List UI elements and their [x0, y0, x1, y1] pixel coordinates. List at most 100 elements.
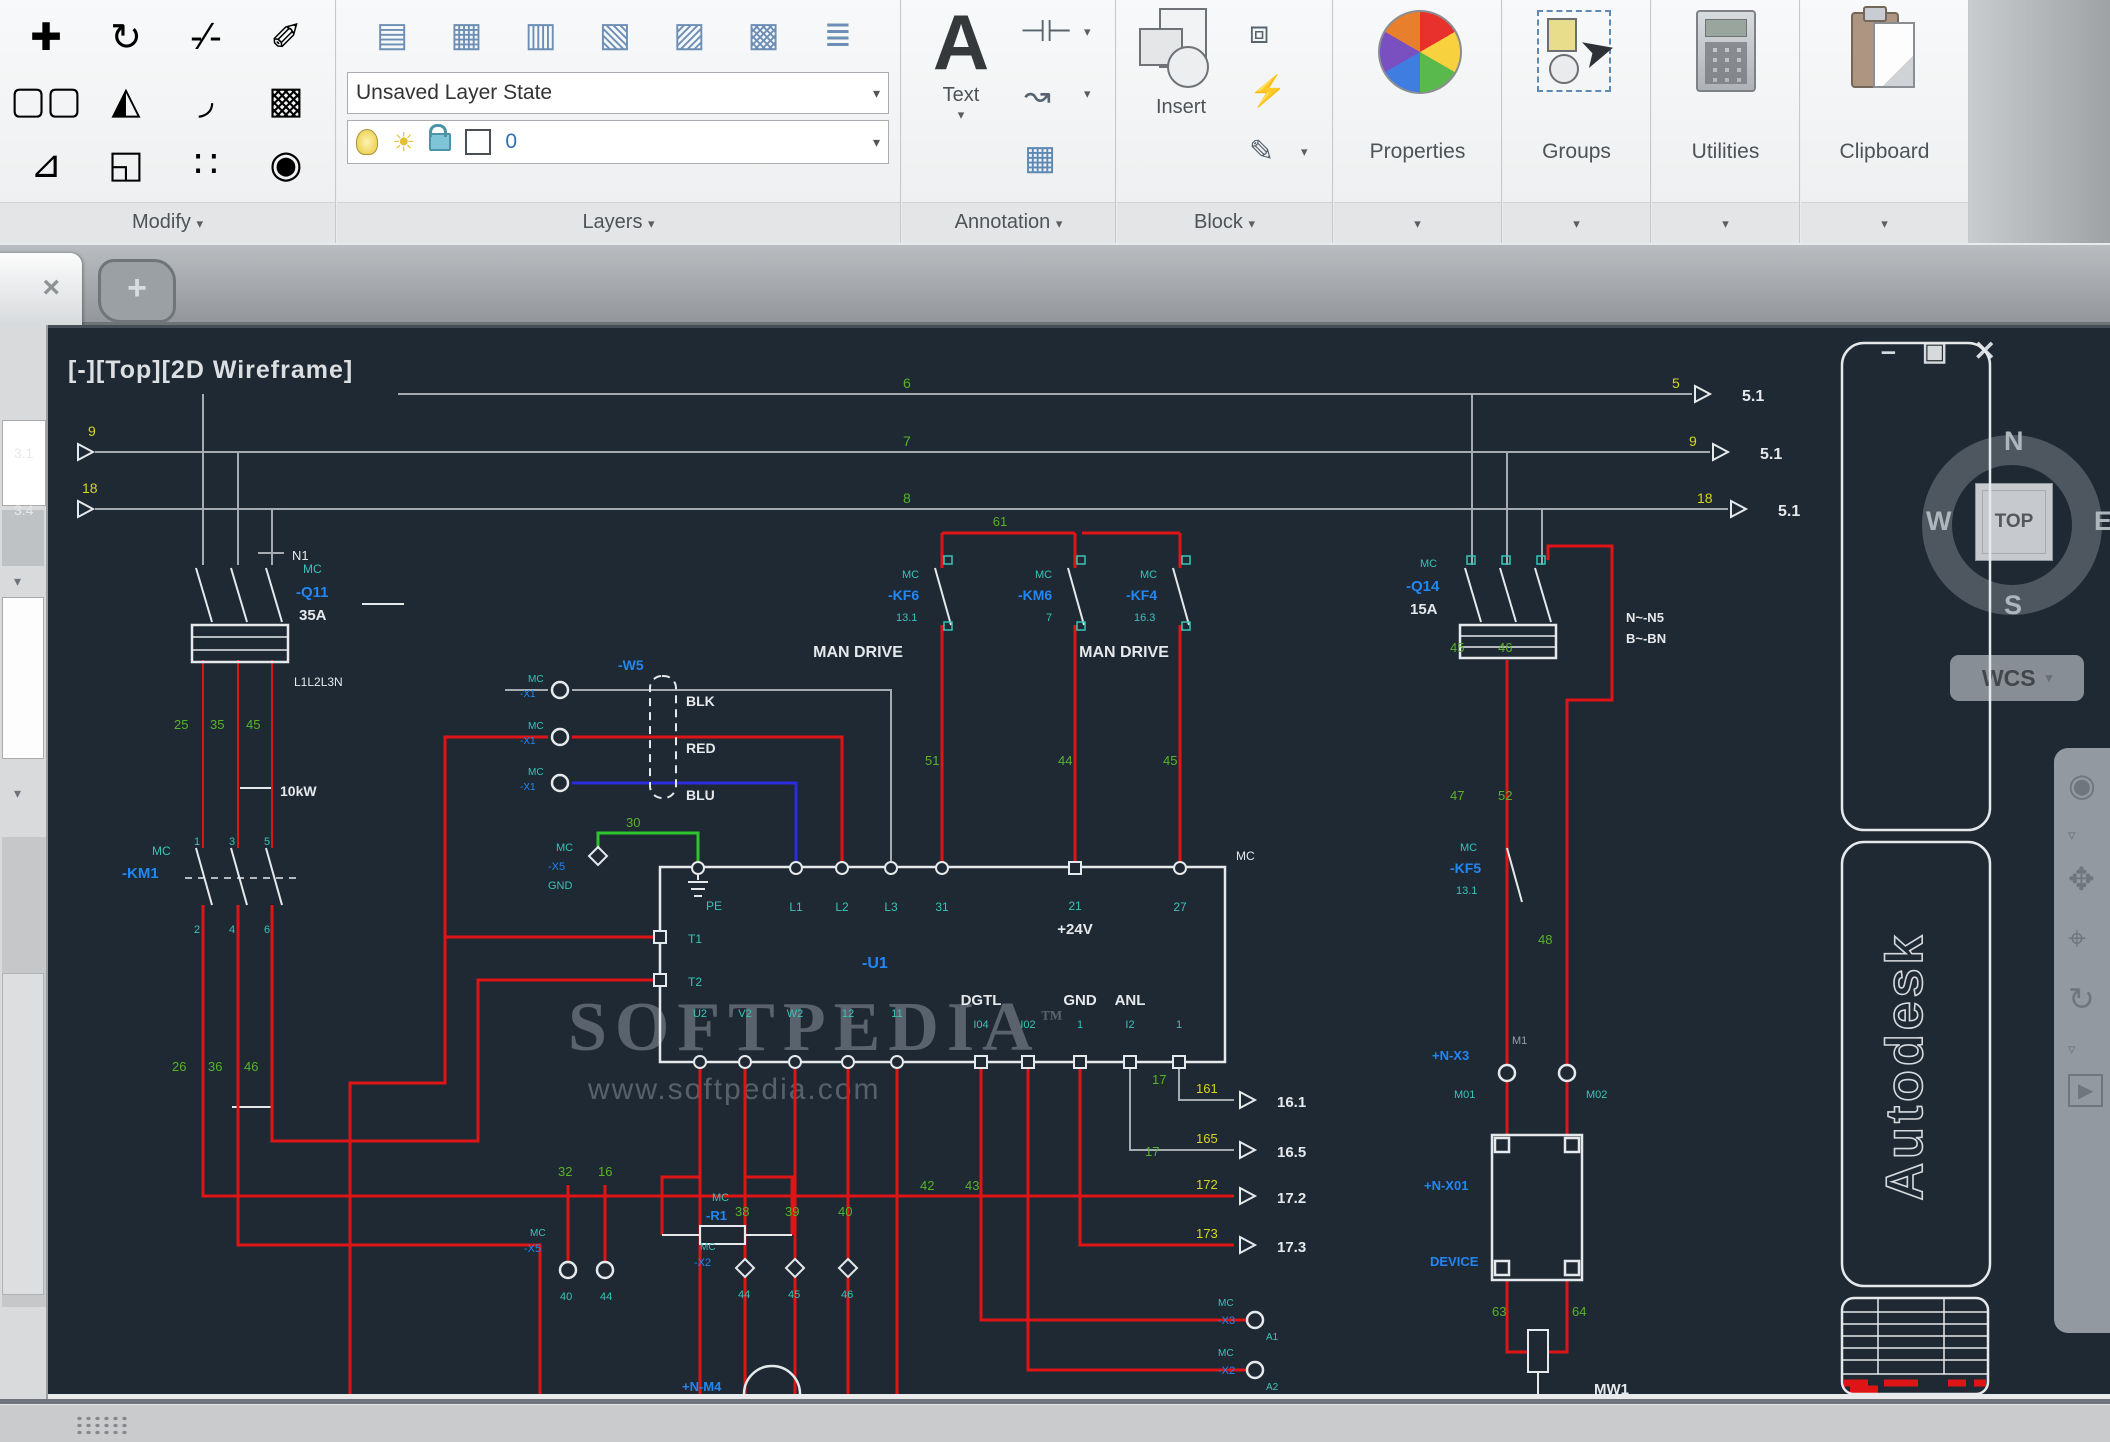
array-icon[interactable]: ∷ [194, 142, 218, 187]
layer-on-bulb-icon [356, 129, 378, 155]
zoom-icon[interactable]: ⌖ [2068, 920, 2086, 958]
viewport-window-buttons[interactable]: –▣✕ [1881, 336, 2022, 367]
ribbon-empty-area [1969, 0, 2110, 243]
panel-groups: ➤ Groups ▾ [1503, 0, 1651, 243]
panel-properties: Properties ▾ [1334, 0, 1502, 243]
groups-button[interactable]: ➤ [1537, 10, 1611, 92]
restore-icon: ▣ [1922, 336, 1974, 366]
steering-wheel-icon[interactable]: ◉ [2068, 766, 2096, 804]
dimension-dd[interactable]: ▾ [1084, 24, 1091, 40]
tool-palette-sliver[interactable]: ▾ ▾ [0, 325, 48, 1442]
properties-dd[interactable]: ▾ [1334, 202, 1501, 243]
panel-clipboard: Clipboard ▾ [1801, 0, 1969, 243]
panel-label-layers[interactable]: Layers ▾ [337, 202, 900, 243]
move-icon[interactable]: ✚ [30, 15, 62, 60]
tab-close-icon[interactable]: × [42, 271, 60, 305]
insert-block-button[interactable]: Insert [1133, 6, 1229, 119]
stretch-icon[interactable]: ⊿ [30, 142, 62, 187]
offset-icon[interactable]: ◉ [269, 142, 302, 187]
toolbar-grip-handle[interactable] [75, 1415, 131, 1435]
utilities-dd[interactable]: ▾ [1652, 202, 1799, 243]
copy-icon[interactable]: ▢▢ [10, 78, 82, 123]
insert-block-icon [1133, 6, 1219, 92]
viewport-controls-label[interactable]: [-][Top][2D Wireframe] [68, 356, 353, 385]
layers-icon-row: ▤ ▦ ▥ ▧ ▨ ▩ ≣ [355, 4, 875, 66]
panel-label-modify[interactable]: Modify ▾ [0, 202, 335, 243]
clipboard-dd[interactable]: ▾ [1801, 202, 1968, 243]
utilities-button[interactable] [1696, 10, 1756, 92]
minimize-icon: – [1881, 336, 1922, 366]
scale-icon[interactable]: ◱ [108, 142, 144, 187]
panel-label-annotation[interactable]: Annotation ▾ [902, 202, 1115, 243]
color-wheel-icon [1378, 10, 1462, 94]
close-icon: ✕ [1973, 336, 2022, 366]
text-big-a: A [924, 0, 998, 84]
create-block-button[interactable]: ⧈ [1249, 14, 1269, 52]
orbit-icon[interactable]: ↻ [2068, 980, 2095, 1018]
leader-dd[interactable]: ▾ [1084, 86, 1091, 102]
properties-button [1378, 10, 1462, 94]
utilities-label: Utilities [1652, 140, 1799, 164]
write-block-button[interactable]: ⚡ [1249, 74, 1286, 109]
block-editor-button[interactable]: ✎ [1249, 134, 1274, 169]
viewcube-top-face[interactable]: TOP [1975, 483, 2053, 561]
wcs-dropdown[interactable]: WCS▾ [1950, 655, 2084, 701]
model-space-canvas[interactable]: [-][Top][2D Wireframe] SOFTPEDIA™ www.so… [48, 325, 2110, 1397]
status-bar [0, 1404, 2110, 1442]
layer-off-icon[interactable]: ▥ [525, 15, 557, 55]
ribbon: ✚ ↻ -∕- ✐ ▢▢ ◭ ◞ ▩ ⊿ ◱ ∷ ◉ Modify ▾ ▤ ▦ ▥ ▧ ▨ ▩ ≣ Unsaved… [0, 0, 2110, 245]
panel-annotation: A Text ▾ ⊣⊢ ▾ ↝ ▾ ▦ Annotation ▾ [902, 0, 1116, 243]
panel-block: Insert ⧈ ⚡ ✎ ▾ Block ▾ [1117, 0, 1333, 243]
text-dd[interactable]: ▾ [924, 107, 998, 123]
chevron2-icon[interactable]: ▿ [2068, 1040, 2076, 1058]
dimension-button[interactable]: ⊣⊢ [1020, 14, 1072, 49]
navigation-bar[interactable]: ◉ ▿ ✥ ⌖ ↻ ▿ ▶ [2054, 748, 2110, 1333]
file-tab-bar: × + [0, 245, 2110, 325]
drawing-tab[interactable]: × [0, 253, 82, 325]
watermark-title: SOFTPEDIA™ [568, 988, 1063, 1068]
layer-match-icon[interactable]: ≣ [824, 15, 853, 55]
rotate-icon[interactable]: ↻ [110, 15, 142, 60]
modify-icon-grid: ✚ ↻ -∕- ✐ ▢▢ ◭ ◞ ▩ ⊿ ◱ ∷ ◉ [6, 6, 326, 196]
layer-state-dropdown[interactable]: Unsaved Layer State▾ [347, 72, 889, 114]
leader-button[interactable]: ↝ [1024, 76, 1051, 114]
autocad-window: ✚ ↻ -∕- ✐ ▢▢ ◭ ◞ ▩ ⊿ ◱ ∷ ◉ Modify ▾ ▤ ▦ ▥ ▧ ▨ ▩ ≣ Unsaved… [0, 0, 2110, 1442]
watermark-url: www.softpedia.com [588, 1073, 880, 1107]
pan-icon[interactable]: ✥ [2068, 860, 2095, 898]
fillet-icon[interactable]: ◞ [199, 78, 214, 123]
text-tool-button[interactable]: A Text ▾ [924, 0, 998, 123]
viewcube-west[interactable]: W [1926, 506, 1951, 537]
new-drawing-tab-button[interactable]: + [98, 259, 176, 323]
block-editor-dd[interactable]: ▾ [1301, 144, 1308, 160]
viewcube-east[interactable]: E [2094, 506, 2110, 537]
panel-label-block[interactable]: Block ▾ [1117, 202, 1332, 243]
insert-label: Insert [1133, 96, 1229, 119]
layer-unisolate-icon[interactable]: ▨ [673, 15, 705, 55]
layer-unlock-icon [429, 133, 451, 151]
layer-combo[interactable]: ☀ 0 ▾ [347, 120, 889, 164]
panel-layers: ▤ ▦ ▥ ▧ ▨ ▩ ≣ Unsaved Layer State▾ ☀ 0 ▾ Layer… [337, 0, 901, 243]
erase-icon[interactable]: ✐ [270, 15, 302, 60]
groups-label: Groups [1503, 140, 1650, 164]
layer-thaw-sun-icon: ☀ [392, 127, 415, 158]
clipboard-label: Clipboard [1801, 140, 1968, 164]
table-button[interactable]: ▦ [1024, 138, 1056, 178]
panel-modify: ✚ ↻ -∕- ✐ ▢▢ ◭ ◞ ▩ ⊿ ◱ ∷ ◉ Modify ▾ [0, 0, 336, 243]
clipboard-button[interactable] [1851, 8, 1915, 88]
clipboard-icon [1851, 8, 1915, 88]
layer-properties-icon[interactable]: ▤ [376, 15, 408, 55]
layer-isolate-icon[interactable]: ▧ [599, 15, 631, 55]
showmotion-icon[interactable]: ▶ [2068, 1074, 2103, 1107]
mirror-icon[interactable]: ◭ [111, 78, 140, 123]
layer-color-swatch [465, 129, 491, 155]
chevron-icon[interactable]: ▿ [2068, 826, 2076, 844]
layer-freeze-icon[interactable]: ▦ [450, 15, 482, 55]
group-selection-icon: ➤ [1537, 10, 1611, 92]
viewcube-south[interactable]: S [2004, 590, 2022, 621]
groups-dd[interactable]: ▾ [1503, 202, 1650, 243]
current-layer-name: 0 [505, 130, 517, 154]
viewcube-north[interactable]: N [2004, 426, 2024, 457]
3d-align-icon[interactable]: ▩ [268, 78, 304, 123]
layer-lock-icon[interactable]: ▩ [748, 15, 780, 55]
trim-icon[interactable]: -∕- [190, 16, 222, 59]
